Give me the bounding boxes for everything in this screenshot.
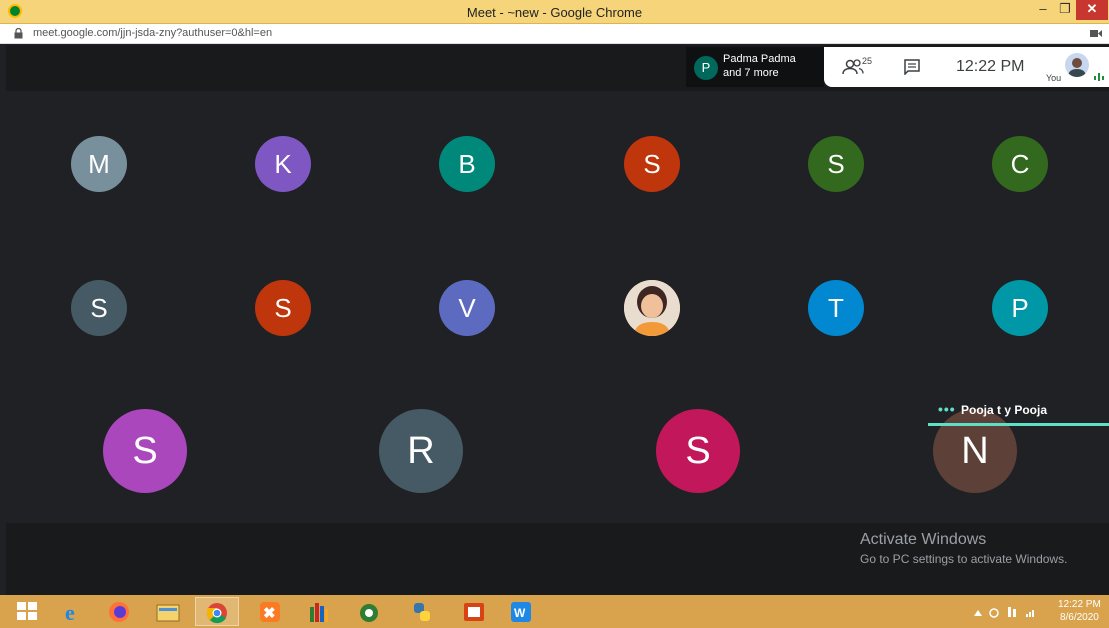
participant-avatar[interactable]: B bbox=[439, 136, 495, 192]
taskbar-crayons-app[interactable] bbox=[298, 597, 342, 626]
child-photo-icon bbox=[624, 280, 680, 336]
participant-avatar[interactable]: R bbox=[379, 409, 463, 493]
participant-avatar[interactable]: V bbox=[439, 280, 495, 336]
participant-avatar[interactable]: S bbox=[255, 280, 311, 336]
start-button[interactable] bbox=[6, 597, 50, 626]
participant-grid: M K B S S C S S V T P S R S N ••• Pooja … bbox=[6, 91, 1109, 523]
close-button[interactable]: ✕ bbox=[1076, 0, 1108, 20]
internet-explorer-icon: e bbox=[65, 601, 75, 623]
crayons-icon bbox=[310, 603, 328, 622]
active-speaker-underline bbox=[928, 423, 1109, 426]
participant-photo-avatar[interactable] bbox=[624, 280, 680, 336]
participant-avatar[interactable]: S bbox=[71, 280, 127, 336]
active-speaker-name: Pooja t y Pooja bbox=[961, 403, 1048, 417]
meeting-info-panel: 25 12:22 PM You bbox=[824, 47, 1109, 87]
camera-indicator-icon[interactable] bbox=[1090, 29, 1102, 38]
system-tray-icons[interactable] bbox=[970, 604, 1050, 620]
presenter-avatar: P bbox=[694, 56, 718, 80]
window-title: Meet - ~new - Google Chrome bbox=[466, 5, 643, 20]
meeting-clock: 12:22 PM bbox=[956, 58, 1025, 75]
taskbar-green-app[interactable] bbox=[348, 597, 392, 626]
participant-avatar[interactable]: S bbox=[808, 136, 864, 192]
taskbar-clock[interactable]: 12:22 PM 8/6/2020 bbox=[1058, 598, 1101, 624]
self-avatar[interactable] bbox=[1065, 53, 1089, 77]
presenter-name: Padma Padma and 7 more bbox=[723, 52, 796, 80]
watermark-subtitle: Go to PC settings to activate Windows. bbox=[860, 552, 1068, 566]
participant-avatar[interactable]: C bbox=[992, 136, 1048, 192]
participant-avatar[interactable]: K bbox=[255, 136, 311, 192]
chat-icon[interactable] bbox=[904, 59, 920, 75]
windows-taskbar: e ✖ W 12:22 PM 8/6/2020 bbox=[0, 595, 1109, 628]
taskbar-chrome[interactable] bbox=[195, 597, 239, 626]
activation-watermark: Activate Windows Go to PC settings to ac… bbox=[860, 531, 1067, 566]
watermark-title: Activate Windows bbox=[860, 531, 987, 548]
minimize-button[interactable]: – bbox=[1032, 0, 1054, 20]
presenter-name-line1: Padma Padma bbox=[723, 53, 796, 65]
taskbar-time: 12:22 PM bbox=[1058, 599, 1101, 610]
svg-text:✖: ✖ bbox=[263, 605, 276, 622]
participant-avatar[interactable]: T bbox=[808, 280, 864, 336]
maximize-button[interactable]: ❐ bbox=[1054, 0, 1076, 20]
presenter-chip[interactable]: P Padma Padma and 7 more bbox=[686, 47, 824, 87]
participant-avatar[interactable]: P bbox=[992, 280, 1048, 336]
participant-count: 25 bbox=[862, 56, 873, 66]
audio-level-icon bbox=[1094, 73, 1104, 81]
taskbar-python[interactable] bbox=[401, 597, 445, 626]
participant-avatar[interactable]: S bbox=[103, 409, 187, 493]
taskbar-wps-writer[interactable]: W bbox=[500, 597, 544, 626]
xampp-icon: ✖ bbox=[260, 602, 280, 622]
url-text[interactable]: meet.google.com/jjn-jsda-zny?authuser=0&… bbox=[33, 27, 272, 39]
taskbar-date: 8/6/2020 bbox=[1059, 612, 1099, 623]
speaking-dots-icon: ••• bbox=[938, 401, 956, 417]
presenter-name-line2: and 7 more bbox=[723, 67, 779, 79]
windows-logo-icon bbox=[17, 602, 37, 620]
file-explorer-icon bbox=[156, 604, 180, 622]
chrome-icon bbox=[206, 603, 227, 624]
participant-avatar[interactable]: S bbox=[624, 136, 680, 192]
lock-icon bbox=[14, 28, 23, 39]
active-speaker-indicator: ••• Pooja t y Pooja bbox=[928, 399, 1109, 427]
self-photo-icon bbox=[1068, 58, 1086, 77]
taskbar-internet-explorer[interactable]: e bbox=[52, 597, 96, 626]
python-icon bbox=[414, 603, 430, 621]
green-swirl-icon bbox=[360, 604, 378, 622]
svg-text:e: e bbox=[65, 601, 75, 623]
address-bar[interactable]: meet.google.com/jjn-jsda-zny?authuser=0&… bbox=[0, 24, 1109, 44]
window-title-bar: Meet - ~new - Google Chrome – ❐ ✕ bbox=[0, 0, 1109, 24]
taskbar-file-explorer[interactable] bbox=[146, 597, 190, 626]
svg-text:W: W bbox=[514, 606, 526, 620]
self-label: You bbox=[1046, 73, 1062, 83]
taskbar-xampp[interactable]: ✖ bbox=[249, 597, 293, 626]
presentation-icon bbox=[464, 603, 484, 621]
firefox-icon bbox=[109, 602, 129, 622]
participant-avatar[interactable]: M bbox=[71, 136, 127, 192]
meet-stage: P Padma Padma and 7 more 25 12:22 PM You bbox=[6, 45, 1109, 595]
wps-writer-icon: W bbox=[511, 602, 531, 622]
participant-avatar[interactable]: S bbox=[656, 409, 740, 493]
people-icon[interactable] bbox=[842, 59, 864, 75]
taskbar-firefox[interactable] bbox=[98, 597, 142, 626]
taskbar-presentation-app[interactable] bbox=[452, 597, 496, 626]
